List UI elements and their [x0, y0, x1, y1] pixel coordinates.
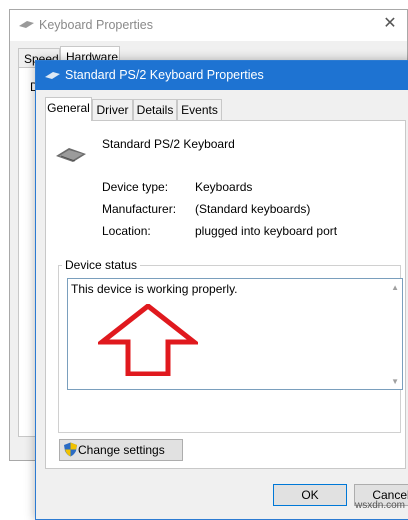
- tab-general[interactable]: General: [45, 97, 92, 121]
- manufacturer-label: Manufacturer:: [102, 202, 177, 216]
- device-status-text: This device is working properly.: [71, 282, 238, 296]
- background-window-title: Keyboard Properties: [39, 18, 153, 32]
- uac-shield-icon: [64, 442, 77, 457]
- tab-events[interactable]: Events: [177, 99, 222, 120]
- device-status-label: Device status: [62, 258, 141, 272]
- general-tab-panel: Standard PS/2 Keyboard Device type: Keyb…: [45, 120, 406, 469]
- tab-details[interactable]: Details: [133, 99, 177, 120]
- device-name: Standard PS/2 Keyboard: [102, 137, 235, 151]
- change-settings-label: Change settings: [78, 443, 165, 457]
- dialog-titlebar[interactable]: Standard PS/2 Keyboard Properties: [36, 61, 408, 90]
- device-status-textbox[interactable]: This device is working properly. ▲ ▼: [67, 278, 403, 390]
- device-type-label: Device type:: [102, 180, 169, 194]
- manufacturer-value: (Standard keyboards): [195, 202, 311, 216]
- scroll-up-icon[interactable]: ▲: [391, 283, 399, 292]
- scroll-down-icon[interactable]: ▼: [391, 377, 399, 386]
- location-label: Location:: [102, 224, 151, 238]
- background-titlebar: Keyboard Properties ✕: [10, 10, 407, 41]
- keyboard-icon: [19, 21, 34, 28]
- device-type-value: Keyboards: [195, 180, 253, 194]
- device-properties-dialog: Standard PS/2 Keyboard Properties Standa…: [35, 60, 408, 520]
- close-icon[interactable]: ✕: [381, 15, 399, 33]
- ok-button[interactable]: OK: [273, 484, 347, 506]
- location-value: plugged into keyboard port: [195, 224, 338, 238]
- keyboard-device-icon: [56, 148, 86, 162]
- watermark-text: wsxdn.com: [354, 500, 405, 511]
- keyboard-icon: [45, 72, 60, 79]
- tab-driver[interactable]: Driver: [92, 99, 133, 120]
- up-arrow-annotation-icon: [98, 304, 198, 376]
- dialog-title: Standard PS/2 Keyboard Properties: [65, 68, 264, 82]
- change-settings-button[interactable]: Change settings: [59, 439, 183, 461]
